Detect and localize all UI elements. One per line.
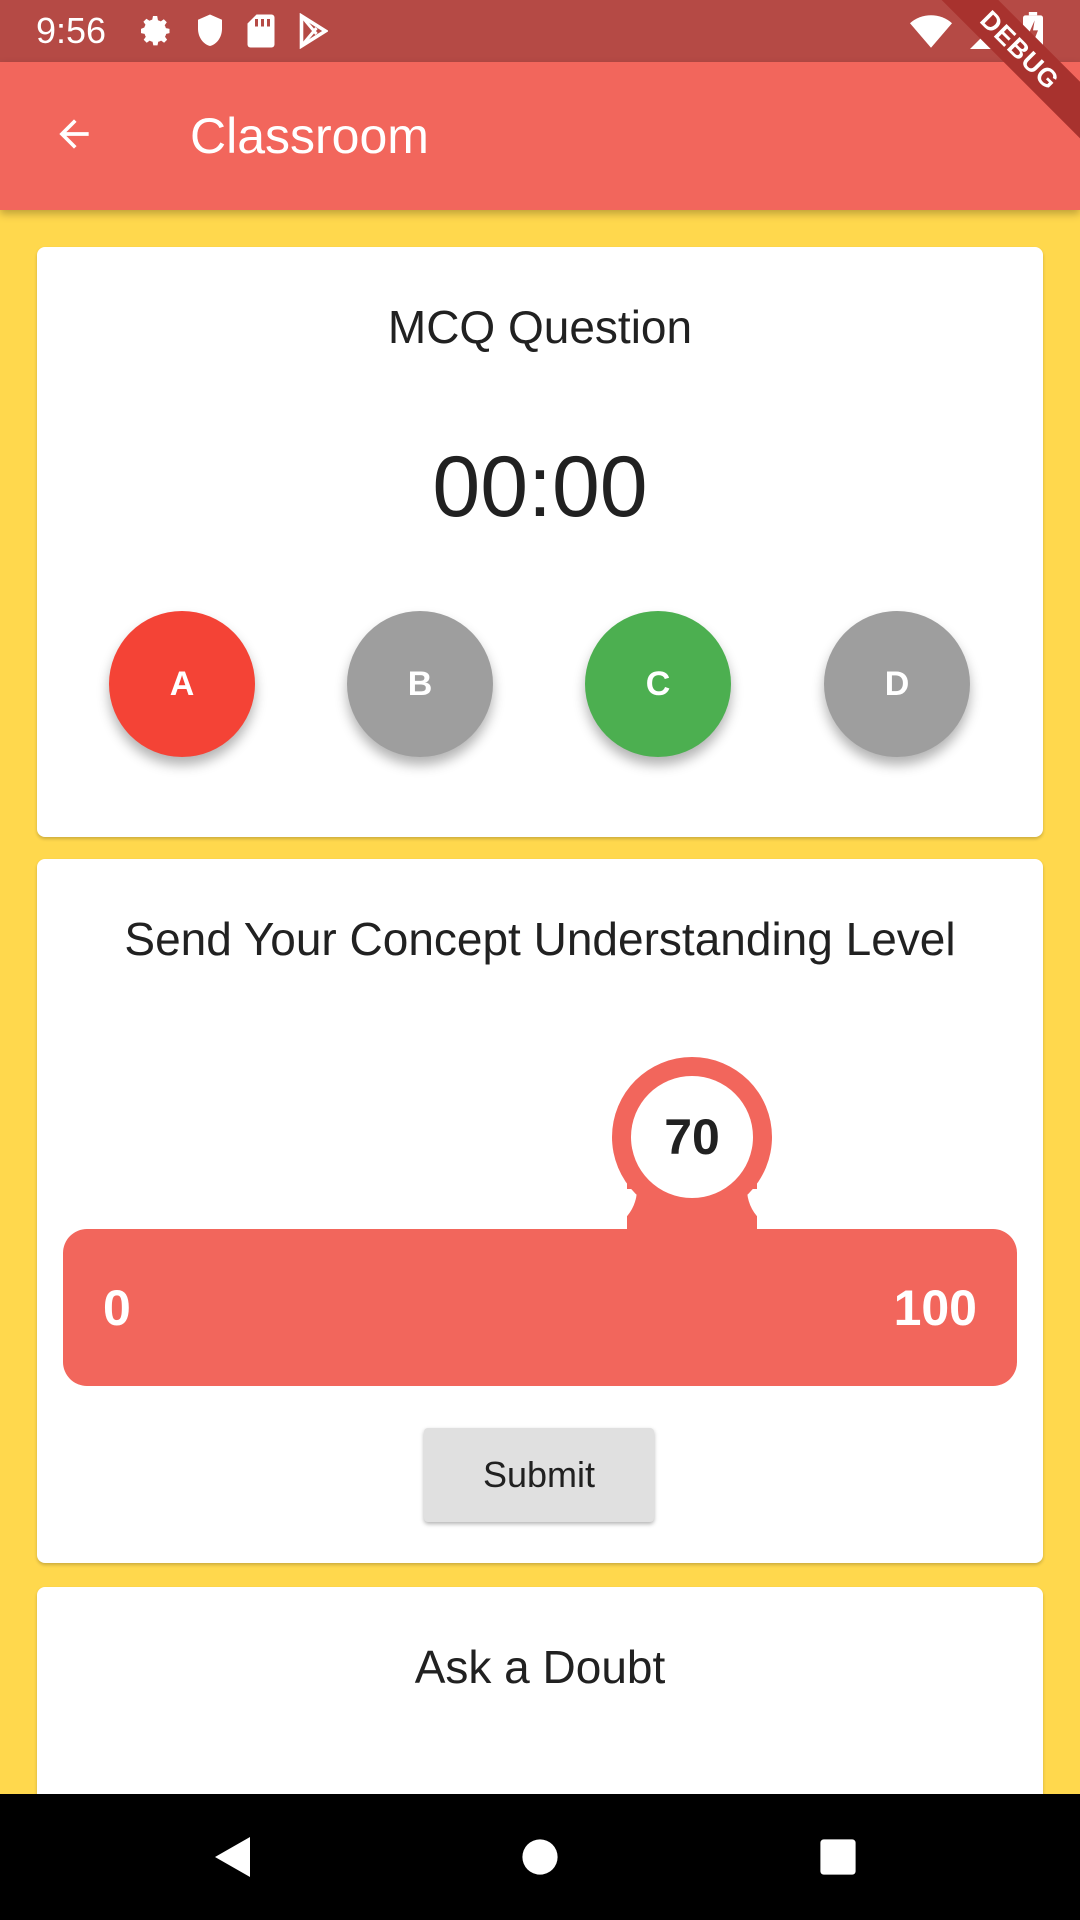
sd-card-icon bbox=[246, 13, 276, 49]
home-circle-icon bbox=[518, 1832, 562, 1887]
understanding-slider[interactable]: 0 100 bbox=[63, 1229, 1017, 1386]
slider-max-label: 100 bbox=[893, 1280, 977, 1336]
option-c-button[interactable]: C bbox=[585, 611, 731, 757]
nav-recents-button[interactable] bbox=[816, 1832, 860, 1887]
system-nav-bar bbox=[0, 1794, 1080, 1920]
status-bar: 9:56 bbox=[0, 0, 1080, 62]
mcq-card: MCQ Question 00:00 A B C D bbox=[37, 247, 1043, 837]
page-title: Classroom bbox=[190, 108, 429, 164]
option-a-button[interactable]: A bbox=[109, 611, 255, 757]
arrow-back-icon bbox=[50, 112, 98, 161]
understanding-card: Send Your Concept Understanding Level 70… bbox=[37, 859, 1043, 1563]
mcq-options: A B C D bbox=[37, 611, 1043, 759]
option-b-button[interactable]: B bbox=[347, 611, 493, 757]
shield-icon bbox=[194, 13, 226, 49]
app-bar: Classroom bbox=[0, 62, 1080, 210]
nav-home-button[interactable] bbox=[518, 1832, 562, 1887]
back-triangle-icon bbox=[210, 1832, 260, 1887]
understanding-title: Send Your Concept Understanding Level bbox=[124, 913, 956, 965]
wifi-icon bbox=[910, 14, 952, 50]
countdown-timer: 00:00 bbox=[432, 439, 648, 535]
status-time: 9:56 bbox=[36, 10, 107, 51]
slider-min-label: 0 bbox=[103, 1280, 131, 1336]
slider-value[interactable]: 70 bbox=[631, 1076, 753, 1198]
doubt-title: Ask a Doubt bbox=[414, 1641, 666, 1693]
recents-square-icon bbox=[816, 1832, 860, 1887]
option-d-button[interactable]: D bbox=[824, 611, 970, 757]
play-store-icon bbox=[296, 13, 328, 49]
submit-button[interactable]: Submit bbox=[424, 1428, 654, 1522]
nav-back-button[interactable] bbox=[210, 1832, 260, 1887]
settings-icon bbox=[138, 13, 174, 49]
mcq-title: MCQ Question bbox=[387, 301, 693, 353]
back-button[interactable] bbox=[38, 104, 110, 168]
status-icons-left bbox=[138, 13, 328, 49]
